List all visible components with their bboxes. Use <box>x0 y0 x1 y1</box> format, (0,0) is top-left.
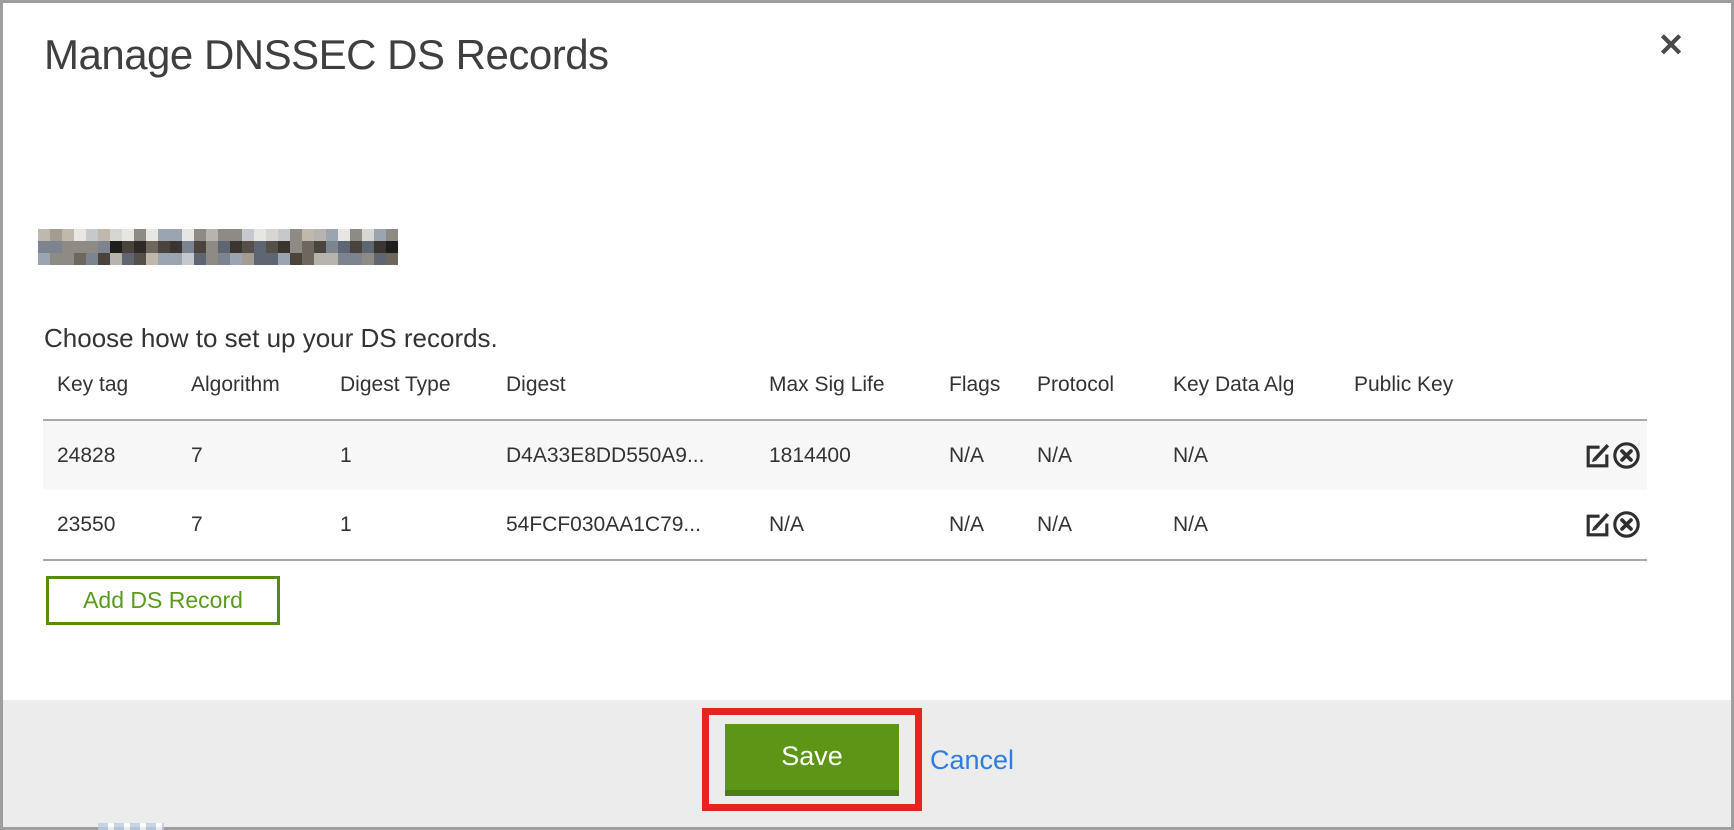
column-header-digest-type: Digest Type <box>326 361 492 420</box>
column-header-algorithm: Algorithm <box>177 361 326 420</box>
delete-icon <box>1612 458 1641 473</box>
annotation-highlight-rect: Save <box>702 708 922 811</box>
cell-row-actions <box>1557 420 1647 490</box>
table-row: 23550 7 1 54FCF030AA1C79... N/A N/A N/A … <box>43 490 1647 560</box>
page-title: Manage DNSSEC DS Records <box>44 31 609 79</box>
cell-protocol: N/A <box>1023 420 1159 490</box>
column-header-public-key: Public Key <box>1340 361 1557 420</box>
close-icon[interactable]: ✕ <box>1649 23 1693 67</box>
column-header-key-data-alg: Key Data Alg <box>1159 361 1340 420</box>
save-button[interactable]: Save <box>725 724 899 796</box>
cell-public-key <box>1340 490 1557 560</box>
delete-record-button[interactable] <box>1612 441 1641 470</box>
column-header-digest: Digest <box>492 361 755 420</box>
column-header-actions <box>1557 361 1647 420</box>
cell-digest-type: 1 <box>326 420 492 490</box>
cell-protocol: N/A <box>1023 490 1159 560</box>
column-header-flags: Flags <box>935 361 1023 420</box>
edit-record-button[interactable] <box>1583 510 1612 539</box>
instruction-text: Choose how to set up your DS records. <box>44 323 498 354</box>
edit-record-button[interactable] <box>1583 441 1612 470</box>
modal-footer: Save Cancel <box>3 700 1731 827</box>
cell-flags: N/A <box>935 490 1023 560</box>
cell-key-tag: 23550 <box>43 490 177 560</box>
cell-key-data-alg: N/A <box>1159 420 1340 490</box>
cell-flags: N/A <box>935 420 1023 490</box>
cell-public-key <box>1340 420 1557 490</box>
cell-digest-type: 1 <box>326 490 492 560</box>
cell-digest: 54FCF030AA1C79... <box>492 490 755 560</box>
background-page-fragment <box>98 823 164 830</box>
delete-icon <box>1612 527 1641 542</box>
cell-key-tag: 24828 <box>43 420 177 490</box>
dnssec-ds-records-modal: Manage DNSSEC DS Records ✕ Choose how to… <box>0 0 1734 830</box>
table-header-row: Key tag Algorithm Digest Type Digest Max… <box>43 361 1647 420</box>
column-header-protocol: Protocol <box>1023 361 1159 420</box>
cell-algorithm: 7 <box>177 420 326 490</box>
table-row: 24828 7 1 D4A33E8DD550A9... 1814400 N/A … <box>43 420 1647 490</box>
ds-records-table: Key tag Algorithm Digest Type Digest Max… <box>43 361 1647 561</box>
edit-icon <box>1583 458 1612 473</box>
cell-max-sig-life: N/A <box>755 490 935 560</box>
edit-icon <box>1583 527 1612 542</box>
cell-algorithm: 7 <box>177 490 326 560</box>
cell-digest: D4A33E8DD550A9... <box>492 420 755 490</box>
column-header-max-sig-life: Max Sig Life <box>755 361 935 420</box>
cancel-link[interactable]: Cancel <box>930 745 1014 776</box>
column-header-key-tag: Key tag <box>43 361 177 420</box>
add-ds-record-button[interactable]: Add DS Record <box>46 576 280 625</box>
delete-record-button[interactable] <box>1612 510 1641 539</box>
cell-key-data-alg: N/A <box>1159 490 1340 560</box>
redacted-domain-name <box>38 229 398 265</box>
cell-max-sig-life: 1814400 <box>755 420 935 490</box>
cell-row-actions <box>1557 490 1647 560</box>
